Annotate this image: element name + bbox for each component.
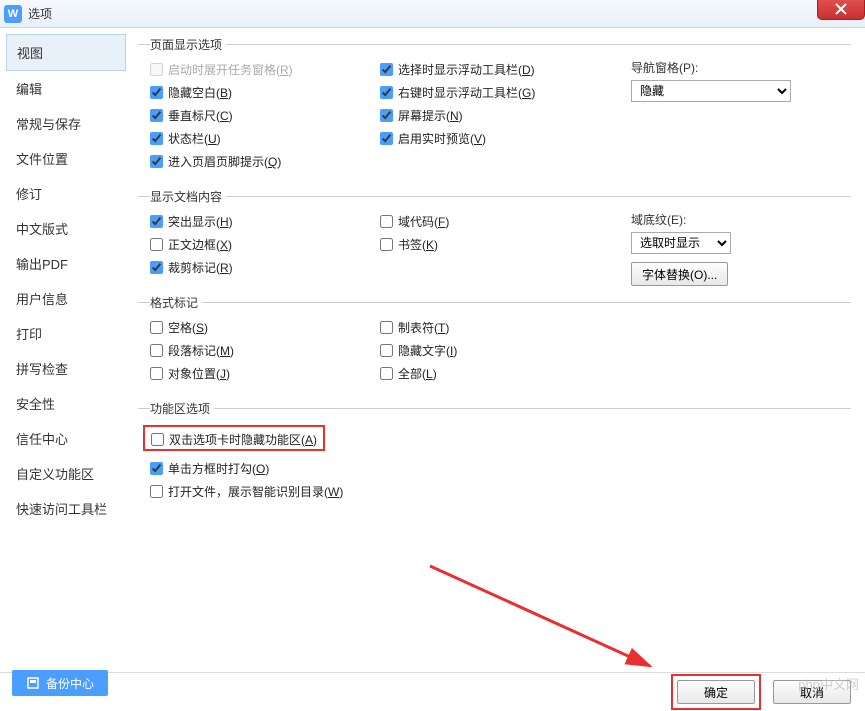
nav-pane-select[interactable]: 隐藏 [631,80,791,102]
page-display-options-group: 页面显示选项 启动时展开任务窗格(R) 选择时显示浮动工具栏(D) 隐藏空白(B) 右… [138,36,851,178]
checkbox-label[interactable]: 双击选项卡时隐藏功能区(A) [169,431,317,448]
sidebar-item[interactable]: 信任中心 [6,421,126,456]
checkbox[interactable] [150,485,163,498]
checkbox[interactable] [150,344,163,357]
checkbox-label[interactable]: 域代码(F) [398,213,449,230]
checkbox[interactable] [150,321,163,334]
backup-icon [26,676,40,690]
window-title: 选项 [28,5,52,22]
checkbox-label[interactable]: 垂直标尺(C) [168,107,233,124]
checkbox-label[interactable]: 书签(K) [398,236,438,253]
content-panel: 页面显示选项 启动时展开任务窗格(R) 选择时显示浮动工具栏(D) 隐藏空白(B) 右… [132,28,865,672]
backup-center-button[interactable]: 备份中心 [12,670,108,696]
format-marks-group: 格式标记 空格(S) 制表符(T) 段落标记(M) 隐藏文字(I) 对象位置(J) 全部(… [138,294,851,390]
checkbox[interactable] [150,238,163,251]
sidebar-item[interactable]: 常规与保存 [6,106,126,141]
group-legend: 功能区选项 [150,400,214,417]
app-icon: W [4,5,22,23]
group-legend: 显示文档内容 [150,188,226,205]
checkbox-label[interactable]: 启动时展开任务窗格(R) [168,61,293,78]
backup-label: 备份中心 [46,675,94,692]
sidebar-item[interactable]: 编辑 [6,71,126,106]
sidebar-item[interactable]: 拼写检查 [6,351,126,386]
group-legend: 页面显示选项 [150,36,226,53]
checkbox[interactable] [380,86,393,99]
checkbox[interactable] [150,132,163,145]
checkbox-label[interactable]: 右键时显示浮动工具栏(G) [398,84,535,101]
sidebar-item[interactable]: 修订 [6,176,126,211]
checkbox[interactable] [380,215,393,228]
checkbox [150,63,163,76]
ribbon-options-group: 功能区选项 双击选项卡时隐藏功能区(A) 单击方框时打勾(O) 打开文件，展示智能识… [138,400,851,508]
checkbox-label[interactable]: 制表符(T) [398,319,449,336]
ok-highlight-box: 确定 [671,674,761,710]
checkbox[interactable] [150,109,163,122]
ok-button[interactable]: 确定 [677,680,755,704]
checkbox[interactable] [380,109,393,122]
sidebar-item[interactable]: 打印 [6,316,126,351]
checkbox-label[interactable]: 屏幕提示(N) [398,107,463,124]
font-substitution-button[interactable]: 字体替换(O)... [631,262,728,286]
checkbox[interactable] [380,63,393,76]
checkbox-label[interactable]: 空格(S) [168,319,208,336]
checkbox-label[interactable]: 单击方框时打勾(O) [168,460,269,477]
sidebar-item[interactable]: 中文版式 [6,211,126,246]
checkbox-label[interactable]: 进入页眉页脚提示(Q) [168,153,281,170]
checkbox-label[interactable]: 隐藏文字(I) [398,342,457,359]
field-shading-label: 域底纹(E): [631,211,831,228]
checkbox-label[interactable]: 全部(L) [398,365,437,382]
checkbox-label[interactable]: 选择时显示浮动工具栏(D) [398,61,535,78]
checkbox[interactable] [150,155,163,168]
titlebar: W 选项 [0,0,865,28]
cancel-button[interactable]: 取消 [773,680,851,704]
close-button[interactable] [817,0,865,20]
nav-pane-label: 导航窗格(P): [631,59,831,76]
checkbox[interactable] [150,261,163,274]
sidebar-item[interactable]: 用户信息 [6,281,126,316]
checkbox[interactable] [150,86,163,99]
highlight-box: 双击选项卡时隐藏功能区(A) [143,425,325,451]
group-legend: 格式标记 [150,294,202,311]
field-shading-select[interactable]: 选取时显示 [631,232,731,254]
checkbox[interactable] [150,462,163,475]
checkbox[interactable] [380,238,393,251]
sidebar-item[interactable]: 自定义功能区 [6,456,126,491]
document-content-group: 显示文档内容 突出显示(H)域代码(F)正文边框(X)书签(K)裁剪标记(R) … [138,188,851,284]
sidebar-item[interactable]: 快速访问工具栏 [6,491,126,526]
checkbox[interactable] [150,367,163,380]
checkbox-label[interactable]: 段落标记(M) [168,342,234,359]
checkbox-label[interactable]: 启用实时预览(V) [398,130,486,147]
sidebar-item[interactable]: 输出PDF [6,246,126,281]
checkbox-label[interactable]: 正文边框(X) [168,236,232,253]
checkbox[interactable] [151,433,164,446]
checkbox-label[interactable]: 突出显示(H) [168,213,233,230]
checkbox-label[interactable]: 状态栏(U) [168,130,221,147]
dialog-footer: 备份中心 确定 取消 [0,672,865,711]
sidebar-item[interactable]: 视图 [6,34,126,71]
checkbox-label[interactable]: 裁剪标记(R) [168,259,233,276]
checkbox[interactable] [150,215,163,228]
checkbox-label[interactable]: 打开文件，展示智能识别目录(W) [168,483,343,500]
sidebar-item[interactable]: 安全性 [6,386,126,421]
close-icon [835,3,847,15]
checkbox-label[interactable]: 隐藏空白(B) [168,84,232,101]
checkbox[interactable] [380,321,393,334]
sidebar: 视图编辑常规与保存文件位置修订中文版式输出PDF用户信息打印拼写检查安全性信任中… [0,28,132,672]
checkbox[interactable] [380,367,393,380]
checkbox-label[interactable]: 对象位置(J) [168,365,230,382]
checkbox[interactable] [380,344,393,357]
sidebar-item[interactable]: 文件位置 [6,141,126,176]
checkbox[interactable] [380,132,393,145]
